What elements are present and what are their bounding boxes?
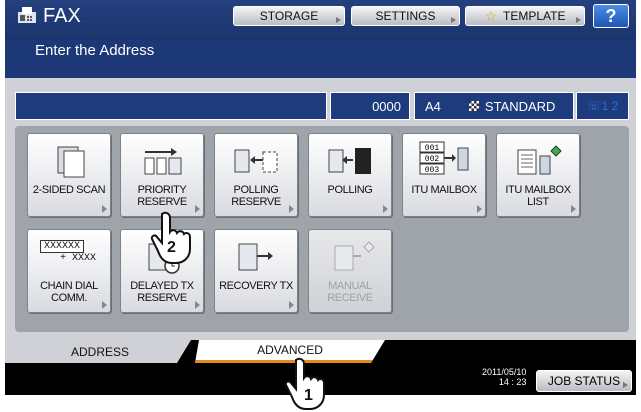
manual-receive-button[interactable]: MANUAL RECEIVE <box>308 229 392 313</box>
submenu-arrow-icon <box>195 205 200 213</box>
step-number: 1 <box>304 387 313 404</box>
priority-reserve-button[interactable]: PRIORITY RESERVE <box>120 133 204 217</box>
recovery-tx-icon <box>238 243 273 271</box>
checker-icon <box>468 101 479 111</box>
submenu-arrow-icon <box>195 301 200 309</box>
submenu-arrow-icon <box>477 205 482 213</box>
settings-button[interactable]: SETTINGS <box>351 6 460 26</box>
recovery-tx-button[interactable]: RECOVERY TX <box>214 229 298 313</box>
pointer-hand-icon: 1 <box>284 357 325 410</box>
manual-receive-icon <box>334 241 375 271</box>
tile-label: RECOVERY TX <box>219 280 293 292</box>
submenu-arrow-icon <box>289 205 294 213</box>
submenu-arrow-icon <box>102 301 107 309</box>
storage-label: STORAGE <box>259 9 319 23</box>
star-icon: ☆ <box>484 7 498 24</box>
document-count: 0000 <box>330 92 410 120</box>
submenu-arrow-icon <box>289 301 294 309</box>
scan-status: A4 STANDARD <box>414 92 574 120</box>
tile-label: DELAYED TX RESERVE <box>130 280 194 304</box>
phone-icon: ☏ <box>586 99 602 113</box>
submenu-arrow-icon <box>576 17 581 23</box>
mailbox-number: 001 <box>425 144 440 153</box>
tab-address[interactable]: ADDRESS <box>5 340 191 363</box>
tile-label: ITU MAILBOX <box>411 184 477 196</box>
date-time: 2011/05/10 14 : 23 <box>482 367 526 387</box>
chain-dial-icon: XXXXXX + XXXX <box>40 240 100 272</box>
tile-label: ITU MAILBOX LIST <box>505 184 571 208</box>
settings-label: SETTINGS <box>375 9 436 23</box>
polling-icon <box>328 148 371 174</box>
app-title: FAX <box>43 5 81 27</box>
fax-icon <box>18 7 36 23</box>
tile-label: CHAIN DIAL COMM. <box>40 280 98 304</box>
submenu-arrow-icon <box>571 205 576 213</box>
line-indicator: ☏ 1 2 <box>576 92 629 120</box>
chain-dial-comm-button[interactable]: XXXXXX + XXXX CHAIN DIAL COMM. <box>27 229 111 313</box>
address-field[interactable] <box>15 92 327 120</box>
tile-label: PRIORITY RESERVE <box>137 184 187 208</box>
mailbox-number: 002 <box>425 155 440 164</box>
chain-dial-suffix: + XXXX <box>60 253 97 264</box>
page-subtitle: Enter the Address <box>35 42 155 59</box>
itu-mailbox-list-icon <box>517 145 562 175</box>
priority-reserve-icon <box>144 148 182 175</box>
job-status-button[interactable]: JOB STATUS <box>536 370 632 392</box>
job-status-label: JOB STATUS <box>547 374 621 388</box>
storage-button[interactable]: STORAGE <box>233 6 345 26</box>
resolution: STANDARD <box>484 98 556 114</box>
tile-label: POLLING RESERVE <box>231 184 281 208</box>
two-sided-scan-button[interactable]: 2-SIDED SCAN <box>27 133 111 217</box>
chain-dial-number: XXXXXX <box>40 240 85 253</box>
polling-reserve-icon <box>234 149 278 173</box>
line-numbers: 1 2 <box>601 99 619 113</box>
submenu-arrow-icon <box>451 17 456 23</box>
polling-reserve-button[interactable]: POLLING RESERVE <box>214 133 298 217</box>
polling-button[interactable]: POLLING <box>308 133 392 217</box>
date: 2011/05/10 <box>482 367 527 377</box>
two-sided-scan-icon <box>57 146 85 178</box>
submenu-arrow-icon <box>336 17 341 23</box>
tile-label: POLLING <box>327 184 373 196</box>
template-label: TEMPLATE <box>503 9 566 23</box>
itu-mailbox-button[interactable]: 001 002 003 ITU MAILBOX <box>402 133 486 217</box>
tile-label: MANUAL RECEIVE <box>327 280 373 304</box>
pointer-hand-icon: 2 <box>150 211 191 264</box>
template-button[interactable]: ☆ TEMPLATE <box>465 6 585 26</box>
itu-mailbox-list-button[interactable]: ITU MAILBOX LIST <box>496 133 580 217</box>
mailbox-number: 003 <box>425 166 440 175</box>
advanced-functions-panel: 2-SIDED SCAN PRIORITY RESERVE POLLING RE… <box>15 126 629 332</box>
submenu-arrow-icon <box>623 382 628 388</box>
help-button[interactable]: ? <box>593 4 629 28</box>
itu-mailbox-icon: 001 002 003 <box>419 141 469 175</box>
submenu-arrow-icon <box>102 205 107 213</box>
step-number: 2 <box>167 239 176 256</box>
tile-label: 2-SIDED SCAN <box>32 184 106 196</box>
fax-screen: FAX STORAGE SETTINGS ☆ TEMPLATE ? Enter … <box>5 0 636 395</box>
time: 14 : 23 <box>498 377 527 387</box>
submenu-arrow-icon <box>383 205 388 213</box>
paper-size: A4 <box>425 98 441 114</box>
